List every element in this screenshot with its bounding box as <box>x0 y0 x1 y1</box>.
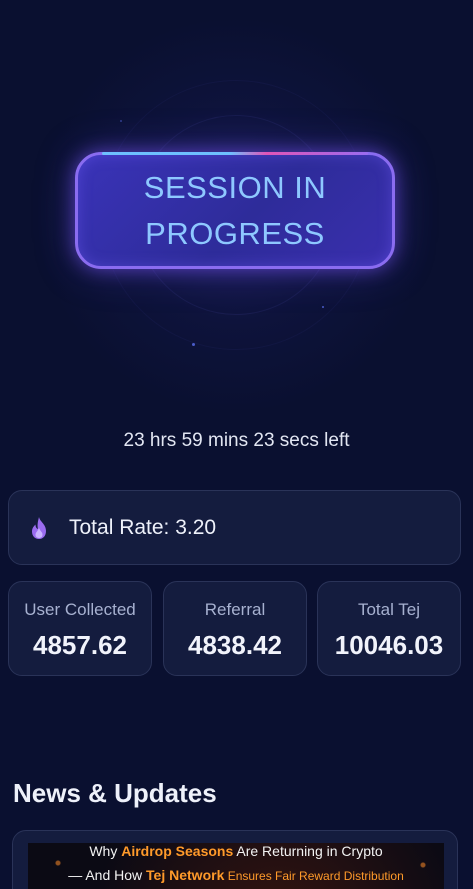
total-rate-card: Total Rate: 3.20 <box>8 490 461 565</box>
news-headline-highlight: Airdrop Seasons <box>121 843 234 859</box>
news-section-title: News & Updates <box>13 778 217 808</box>
stat-card-user-collected: User Collected 4857.62 <box>8 581 152 676</box>
fire-icon <box>32 516 46 539</box>
news-headline-text: Why <box>89 843 122 859</box>
stat-value: 10046.03 <box>334 630 444 660</box>
mining-screen: SESSION IN PROGRESS 23 hrs 59 mins 23 se… <box>0 0 473 889</box>
total-rate-text: Total Rate: 3.20 <box>69 515 217 539</box>
stat-value: 4838.42 <box>188 630 282 660</box>
session-label: SESSION IN PROGRESS <box>143 169 327 251</box>
news-headline-line2: — And How Tej Network Ensures Fair Rewar… <box>28 863 444 888</box>
stat-card-referral: Referral 4838.42 <box>163 581 307 676</box>
decorative-dot <box>192 343 195 346</box>
news-card[interactable]: Why Airdrop Seasons Are Returning in Cry… <box>12 830 458 889</box>
stat-card-total-tej: Total Tej 10046.03 <box>317 581 461 676</box>
news-headline-text: — And How <box>68 867 147 883</box>
stat-label: Total Tej <box>357 600 421 619</box>
stat-label: User Collected <box>24 600 136 619</box>
stat-label: Referral <box>204 600 266 619</box>
news-headline-highlight: Tej Network <box>146 867 225 883</box>
news-headline-text: Are Returning in Crypto <box>233 843 383 859</box>
decorative-dot <box>322 306 324 308</box>
news-headline-line1: Why Airdrop Seasons Are Returning in Cry… <box>28 839 444 863</box>
decorative-dot <box>120 120 122 122</box>
stat-value: 4857.62 <box>33 630 127 660</box>
session-button[interactable]: SESSION IN PROGRESS <box>75 152 395 269</box>
news-headline-text: Ensures Fair Reward Distribution <box>224 869 404 883</box>
session-timer: 23 hrs 59 mins 23 secs left <box>123 430 350 451</box>
news-banner-image[interactable]: Why Airdrop Seasons Are Returning in Cry… <box>28 843 444 889</box>
